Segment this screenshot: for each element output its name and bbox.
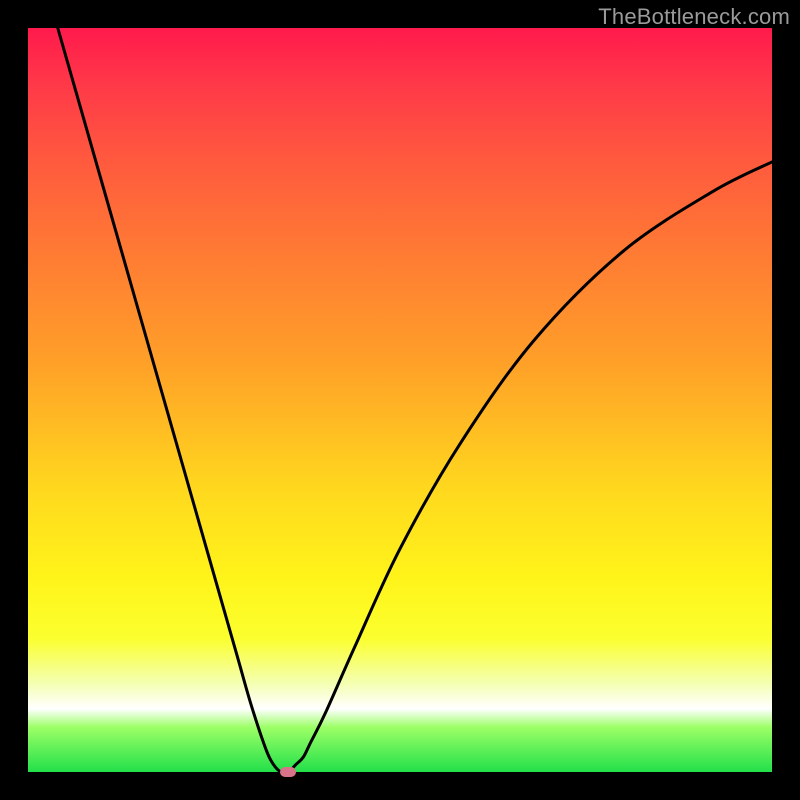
plot-area <box>28 28 772 772</box>
bottleneck-curve <box>58 28 772 773</box>
chart-frame: TheBottleneck.com <box>0 0 800 800</box>
curve-svg <box>28 28 772 772</box>
minimum-marker <box>280 767 296 777</box>
watermark-text: TheBottleneck.com <box>598 4 790 30</box>
